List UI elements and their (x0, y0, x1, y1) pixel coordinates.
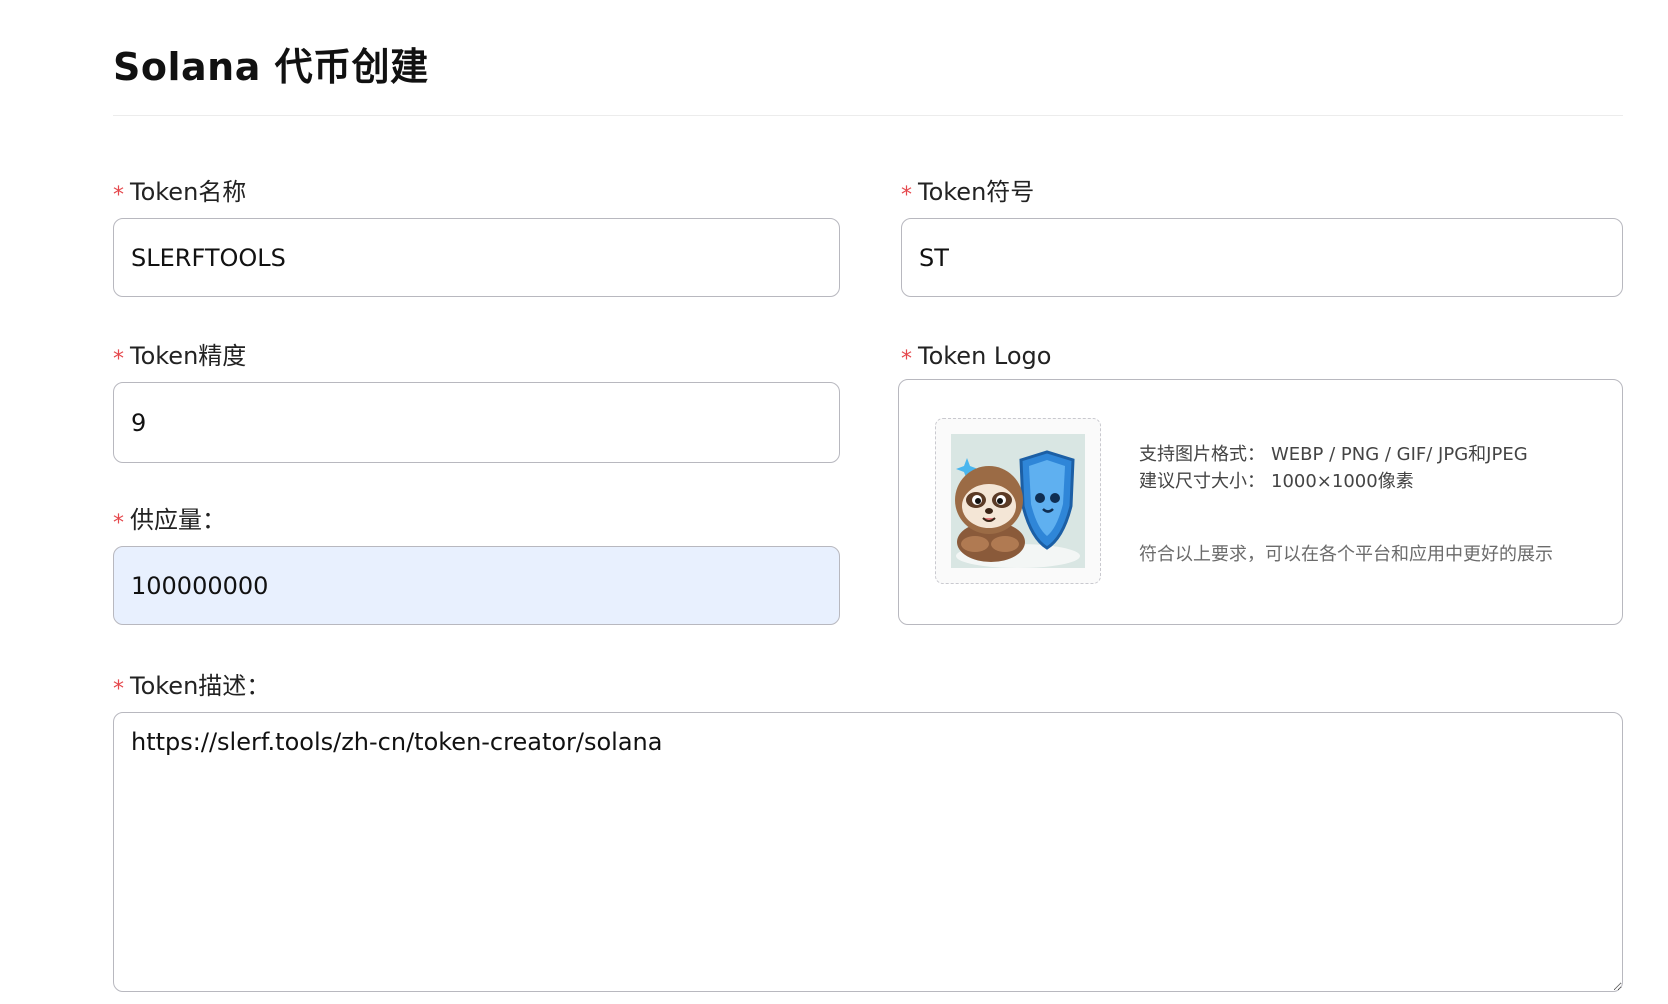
token-decimals-input[interactable] (113, 382, 840, 463)
required-mark: * (113, 511, 124, 536)
required-mark: * (901, 347, 912, 372)
description-textarea[interactable]: https://slerf.tools/zh-cn/token-creator/… (113, 712, 1623, 992)
required-mark: * (901, 183, 912, 208)
title-divider (113, 115, 1623, 116)
token-symbol-input[interactable] (901, 218, 1623, 297)
token-symbol-label-text: Token符号 (918, 178, 1035, 206)
logo-size-key: 建议尺寸大小： (1139, 471, 1265, 492)
required-mark: * (113, 183, 124, 208)
logo-format-value: WEBP / PNG / GIF/ JPG和JPEG (1271, 444, 1528, 465)
description-label-text: Token描述： (130, 672, 271, 700)
logo-size-hint: 建议尺寸大小： 1000×1000像素 (1139, 467, 1414, 493)
logo-format-key: 支持图片格式： (1139, 444, 1265, 465)
page-title: Solana 代币创建 (113, 45, 429, 89)
token-logo-label: * Token Logo (901, 341, 1051, 375)
logo-size-value: 1000×1000像素 (1271, 471, 1414, 492)
token-logo-panel: 支持图片格式： WEBP / PNG / GIF/ JPG和JPEG 建议尺寸大小… (898, 379, 1623, 625)
token-symbol-label: * Token符号 (901, 177, 1034, 211)
token-name-input[interactable] (113, 218, 840, 297)
token-name-label: * Token名称 (113, 177, 246, 211)
description-label: * Token描述： (113, 671, 270, 705)
supply-input[interactable] (113, 546, 840, 625)
required-mark: * (113, 677, 124, 702)
token-name-label-text: Token名称 (130, 178, 247, 206)
token-decimals-label-text: Token精度 (130, 342, 247, 370)
sloth-shield-logo-icon (951, 434, 1085, 568)
token-decimals-label: * Token精度 (113, 341, 246, 375)
required-mark: * (113, 347, 124, 372)
supply-label-text: 供应量： (130, 506, 226, 534)
token-creator-page: Solana 代币创建 *Token名称 *Token符号 *Token精度 *… (0, 0, 1668, 1004)
logo-upload-area[interactable] (935, 418, 1101, 584)
token-logo-label-text: Token Logo (918, 342, 1052, 370)
supply-label: * 供应量： (113, 505, 226, 539)
logo-note: 符合以上要求，可以在各个平台和应用中更好的展示 (1139, 544, 1553, 565)
logo-format-hint: 支持图片格式： WEBP / PNG / GIF/ JPG和JPEG (1139, 440, 1528, 466)
